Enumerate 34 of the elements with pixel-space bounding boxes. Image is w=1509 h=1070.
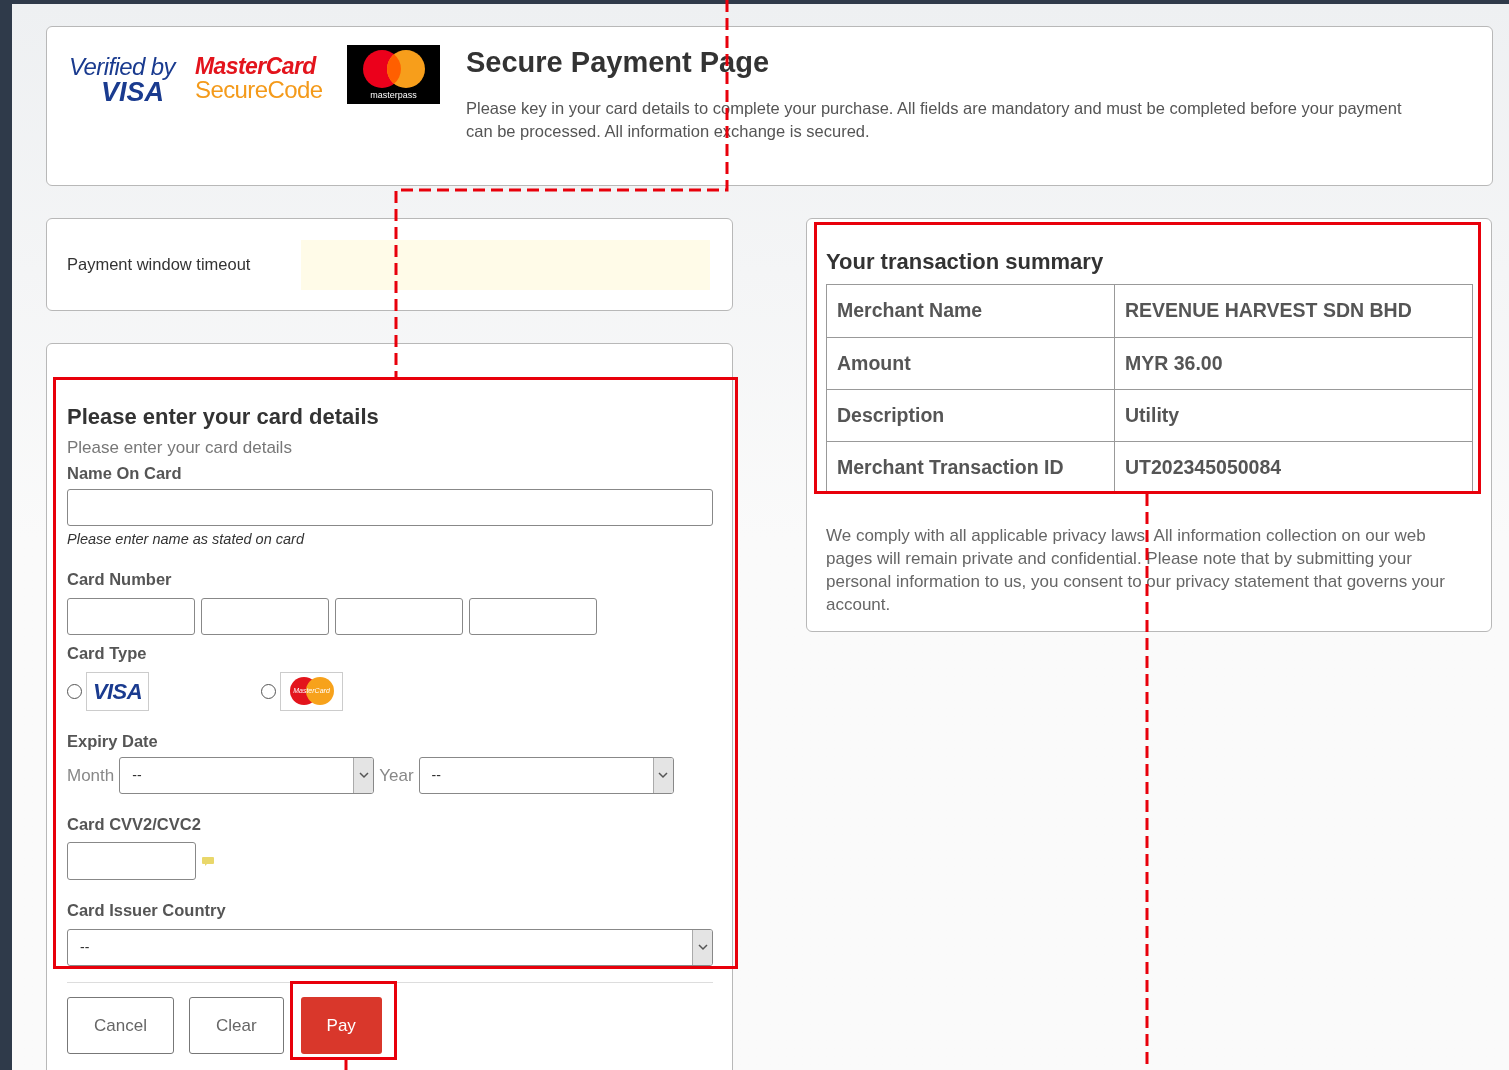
verified-by-text: Verified by xyxy=(69,55,178,79)
timeout-label: Payment window timeout xyxy=(67,254,252,276)
form-subtitle: Please enter your card details xyxy=(67,437,293,459)
summary-value: REVENUE HARVEST SDN BHD xyxy=(1124,298,1413,324)
name-label: Name On Card xyxy=(67,462,183,484)
year-label: Year xyxy=(379,765,414,787)
secondary-button[interactable]: Cancel xyxy=(67,996,174,1054)
year-select[interactable]: -- xyxy=(418,757,674,795)
secondary-button[interactable]: Clear xyxy=(188,996,284,1054)
form-title: Please enter your card details xyxy=(67,403,380,431)
cvv-label: Card CVV2/CVC2 xyxy=(67,814,202,836)
mastercard-text: MasterCard xyxy=(195,55,318,78)
summary-label: Amount xyxy=(827,338,1115,389)
visa-text: VISA xyxy=(101,79,165,106)
expiry-label: Expiry Date xyxy=(67,730,159,752)
securecode-text: SecureCode xyxy=(195,78,324,102)
masterpass-logo: masterpass xyxy=(347,45,440,104)
summary-label: Merchant Name xyxy=(827,285,1115,337)
country-select[interactable]: -- xyxy=(67,928,713,966)
month-label: Month xyxy=(67,765,115,787)
summary-value: UT202345050084 xyxy=(1124,454,1283,480)
card-type-label: Card Type xyxy=(67,642,148,664)
summary-value: Utility xyxy=(1124,402,1181,428)
visa-logo: VISA xyxy=(86,671,149,711)
country-label: Card Issuer Country xyxy=(67,900,227,921)
summary-value: MYR 36.00 xyxy=(1124,350,1224,376)
month-select[interactable]: -- xyxy=(119,757,375,795)
summary-title: Your transaction summary xyxy=(826,248,1105,276)
name-hint: Please enter name as stated on card xyxy=(67,530,306,550)
summary-label: Merchant Transaction ID xyxy=(827,442,1115,493)
card-number-label: Card Number xyxy=(67,569,173,590)
summary-label: Description xyxy=(827,390,1115,441)
pay-button[interactable]: Pay xyxy=(300,996,382,1054)
page-title: Secure Payment Page xyxy=(466,45,771,80)
